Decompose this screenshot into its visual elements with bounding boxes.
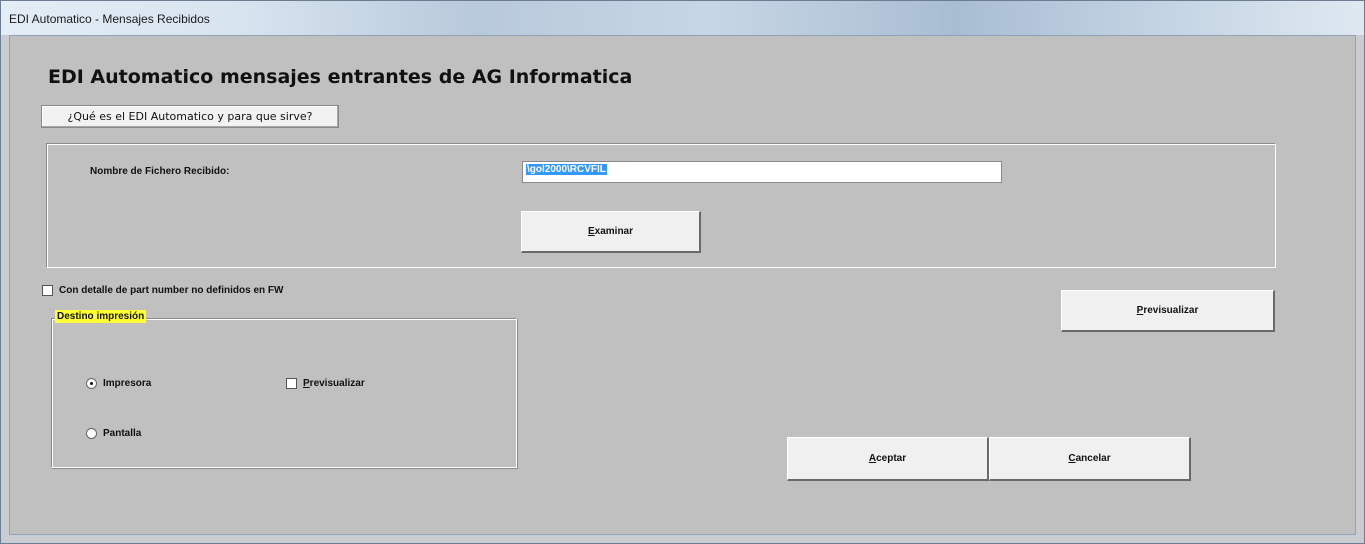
form-area: EDI Automatico mensajes entrantes de AG … bbox=[9, 35, 1356, 535]
browse-mnemonic: E bbox=[587, 226, 595, 237]
radio-impresora-label: Impresora bbox=[103, 378, 152, 389]
cancel-button[interactable]: Cancelar bbox=[989, 437, 1191, 481]
detail-checkbox[interactable]: Con detalle de part number no definidos … bbox=[42, 285, 283, 296]
preview-checkbox[interactable]: Previsualizar bbox=[286, 378, 365, 389]
title-bar: EDI Automatico - Mensajes Recibidos bbox=[1, 1, 1364, 35]
print-destination-group bbox=[51, 318, 517, 468]
detail-checkbox-box[interactable] bbox=[42, 285, 53, 296]
page-title: EDI Automatico mensajes entrantes de AG … bbox=[48, 66, 633, 88]
file-name-value: \gol2000\RCVFIL bbox=[526, 164, 607, 175]
preview-button[interactable]: Previsualizar bbox=[1061, 290, 1275, 332]
browse-button[interactable]: Examinar bbox=[521, 211, 701, 253]
file-name-input[interactable]: \gol2000\RCVFIL bbox=[522, 161, 1002, 183]
help-button[interactable]: ¿Qué es el EDI Automatico y para que sir… bbox=[41, 105, 339, 128]
radio-impresora-indicator[interactable] bbox=[86, 378, 97, 389]
print-destination-label: Destino impresión bbox=[55, 310, 147, 323]
cancel-label: ancelar bbox=[1075, 453, 1111, 464]
file-name-label: Nombre de Fichero Recibido: bbox=[90, 166, 230, 177]
browse-label: xaminar bbox=[594, 226, 634, 237]
preview-checkbox-label: revisualizar bbox=[309, 378, 365, 389]
window-title: EDI Automatico - Mensajes Recibidos bbox=[9, 12, 210, 26]
app-window: EDI Automatico - Mensajes Recibidos EDI … bbox=[0, 0, 1365, 544]
cancel-mnemonic: C bbox=[1068, 453, 1076, 464]
preview-label: revisualizar bbox=[1143, 305, 1199, 316]
radio-impresora[interactable]: Impresora bbox=[86, 378, 151, 389]
radio-pantalla-label: Pantalla bbox=[103, 428, 142, 439]
accept-button[interactable]: Aceptar bbox=[787, 437, 989, 481]
preview-checkbox-mnemonic: P bbox=[303, 378, 310, 389]
radio-pantalla[interactable]: Pantalla bbox=[86, 428, 141, 439]
accept-label: ceptar bbox=[876, 453, 907, 464]
detail-checkbox-label: Con detalle de part number no definidos … bbox=[59, 285, 284, 296]
preview-checkbox-box[interactable] bbox=[286, 378, 297, 389]
radio-pantalla-indicator[interactable] bbox=[86, 428, 97, 439]
